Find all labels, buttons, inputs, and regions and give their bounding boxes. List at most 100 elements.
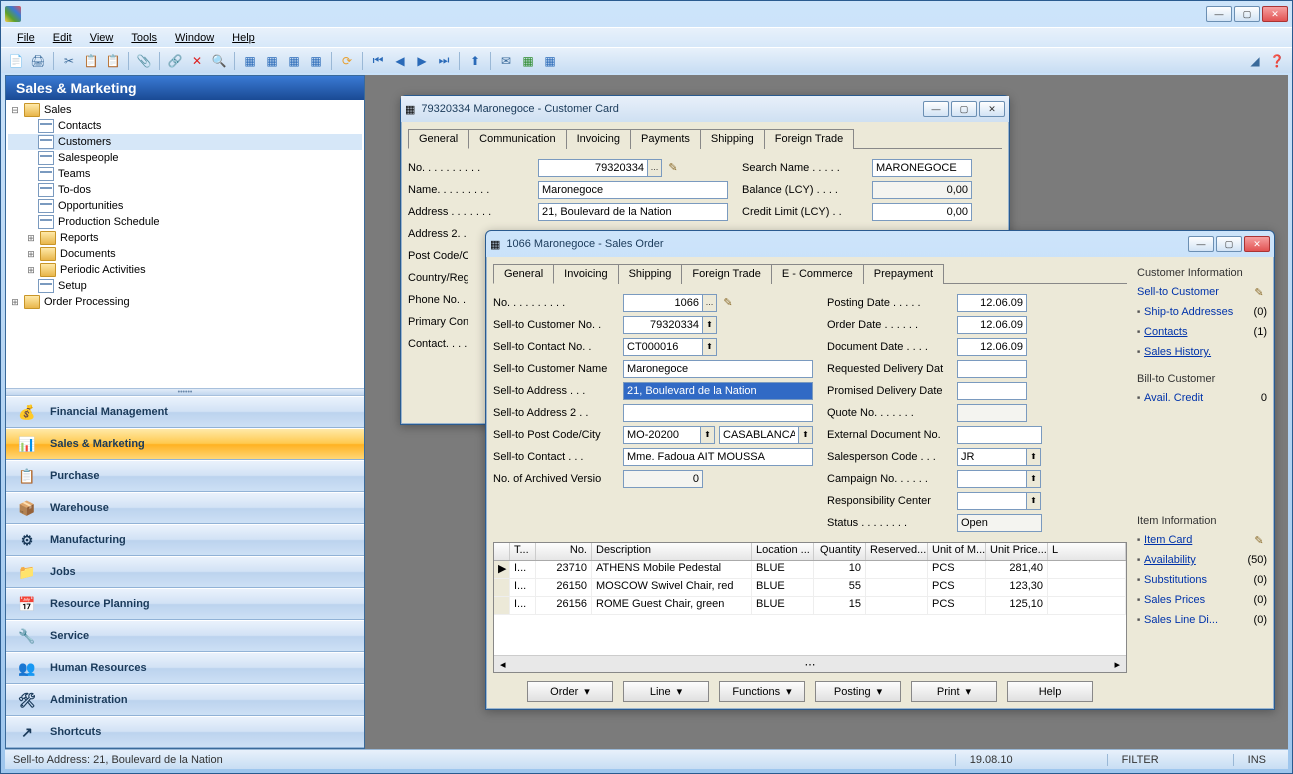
tree-item[interactable]: ⊞Documents [8, 246, 362, 262]
tb-copy-icon[interactable]: 📋 [82, 52, 100, 70]
input-sellcustname[interactable] [623, 360, 813, 378]
nav-btn-resource-planning[interactable]: 📅Resource Planning [6, 588, 364, 620]
input-sellcity[interactable] [719, 426, 799, 444]
maximize-button[interactable]: ▢ [1234, 6, 1260, 22]
lookup-icon[interactable]: … [648, 159, 662, 177]
functions-button[interactable]: Functions▾ [719, 681, 805, 702]
input-sellcontno[interactable] [623, 338, 703, 356]
tree-item[interactable]: Contacts [8, 118, 362, 134]
grid-hscroll[interactable]: ◂⋯▸ [494, 655, 1126, 672]
nav-btn-service[interactable]: 🔧Service [6, 620, 364, 652]
input-balance[interactable] [872, 181, 972, 199]
input-posting[interactable] [957, 294, 1027, 312]
input-selladdr2[interactable] [623, 404, 813, 422]
lookup-icon[interactable]: ⬆ [799, 426, 813, 444]
sellto-link[interactable]: Sell-to Customer [1137, 286, 1219, 298]
table-row[interactable]: I...26156ROME Guest Chair, greenBLUE15PC… [494, 597, 1126, 615]
lookup-icon[interactable]: ⬆ [1027, 470, 1041, 488]
order-button[interactable]: Order▾ [527, 681, 613, 702]
input-name[interactable] [538, 181, 728, 199]
col-no[interactable]: No. [536, 543, 592, 560]
nav-btn-hr[interactable]: 👥Human Resources [6, 652, 364, 684]
tab-invoicing[interactable]: Invoicing [566, 129, 631, 149]
input-credit[interactable] [872, 203, 972, 221]
table-row[interactable]: I...26150MOSCOW Swivel Chair, redBLUE55P… [494, 579, 1126, 597]
col-desc[interactable]: Description [592, 543, 752, 560]
edit-icon[interactable]: ✎ [720, 296, 736, 309]
input-sellpost[interactable] [623, 426, 701, 444]
slinedi-link[interactable]: Sales Line Di... [1144, 614, 1218, 626]
child-close-button[interactable]: ✕ [1244, 236, 1270, 252]
input-selladdr[interactable] [623, 382, 813, 400]
input-address[interactable] [538, 203, 728, 221]
tb-print-icon[interactable]: 🖨 [29, 52, 47, 70]
child-minimize-button[interactable]: — [923, 101, 949, 117]
tree-item[interactable]: Salespeople [8, 150, 362, 166]
input-orderdate[interactable] [957, 316, 1027, 334]
tab-general[interactable]: General [408, 129, 469, 149]
tree-item[interactable]: To-dos [8, 182, 362, 198]
contacts-link[interactable]: Contacts [1144, 326, 1187, 338]
customer-card-titlebar[interactable]: ▦ 79320334 Maronegoce - Customer Card — … [401, 96, 1009, 122]
close-button[interactable]: ✕ [1262, 6, 1288, 22]
tree-item[interactable]: Setup [8, 278, 362, 294]
tab-communication[interactable]: Communication [468, 129, 566, 149]
lookup-icon[interactable]: ⬆ [1027, 492, 1041, 510]
help-button[interactable]: Help [1007, 681, 1093, 702]
nav-btn-shortcuts[interactable]: ↗Shortcuts [6, 716, 364, 748]
tb-prev-icon[interactable]: ◀ [391, 52, 409, 70]
tb-attach-icon[interactable]: 📎 [135, 52, 153, 70]
nav-btn-admin[interactable]: 🛠Administration [6, 684, 364, 716]
lookup-icon[interactable]: ⬆ [703, 316, 717, 334]
tab-foreign-trade[interactable]: Foreign Trade [764, 129, 854, 149]
child-maximize-button[interactable]: ▢ [1216, 236, 1242, 252]
col-uom[interactable]: Unit of M... [928, 543, 986, 560]
order-lines-grid[interactable]: T... No. Description Location ... Quanti… [493, 542, 1127, 673]
tree-item[interactable]: Production Schedule [8, 214, 362, 230]
tree-root-sales[interactable]: ⊟Sales [8, 102, 362, 118]
nav-btn-jobs[interactable]: 📁Jobs [6, 556, 364, 588]
col-price[interactable]: Unit Price... [986, 543, 1048, 560]
tb-grid3-icon[interactable]: ▦ [307, 52, 325, 70]
sales-order-titlebar[interactable]: ▦ 1066 Maronegoce - Sales Order — ▢ ✕ [486, 231, 1274, 257]
tree-item[interactable]: ⊞Reports [8, 230, 362, 246]
tb-cut-icon[interactable]: ✂ [60, 52, 78, 70]
edit-icon[interactable]: ✎ [1251, 286, 1267, 299]
input-sellcustno[interactable] [623, 316, 703, 334]
tb-grid2-icon[interactable]: ▦ [285, 52, 303, 70]
tb-up-icon[interactable]: ⬆ [466, 52, 484, 70]
input-no[interactable] [538, 159, 648, 177]
input-docdate[interactable] [957, 338, 1027, 356]
menu-window[interactable]: Window [167, 30, 222, 46]
saleshist-link[interactable]: Sales History. [1144, 346, 1211, 358]
input-salesperson[interactable] [957, 448, 1027, 466]
tab-shipping[interactable]: Shipping [700, 129, 765, 149]
col-type[interactable]: T... [510, 543, 536, 560]
input-resp[interactable] [957, 492, 1027, 510]
tree-root-order[interactable]: ⊞Order Processing [8, 294, 362, 310]
tb-last-icon[interactable]: ⏭ [435, 52, 453, 70]
nav-btn-purchase[interactable]: 📋Purchase [6, 460, 364, 492]
input-search[interactable] [872, 159, 972, 177]
edit-icon[interactable]: ✎ [665, 161, 681, 174]
input-status[interactable] [957, 514, 1042, 532]
tb-grid1-icon[interactable]: ▦ [263, 52, 281, 70]
col-reserved[interactable]: Reserved... [866, 543, 928, 560]
tb-next-icon[interactable]: ▶ [413, 52, 431, 70]
child-maximize-button[interactable]: ▢ [951, 101, 977, 117]
tb-excel-icon[interactable]: ▦ [519, 52, 537, 70]
menu-edit[interactable]: Edit [45, 30, 80, 46]
avail-link[interactable]: Avail. Credit [1144, 392, 1203, 404]
input-sellcontact[interactable] [623, 448, 813, 466]
tb-refresh-icon[interactable]: ⟳ [338, 52, 356, 70]
tb-link-icon[interactable]: 🔗 [166, 52, 184, 70]
tb-help-icon[interactable]: ❓ [1268, 52, 1286, 70]
tree-item[interactable]: Opportunities [8, 198, 362, 214]
menu-help[interactable]: Help [224, 30, 263, 46]
nav-tree[interactable]: ⊟Sales Contacts Customers Salespeople Te… [6, 100, 364, 388]
subst-link[interactable]: Substitutions [1144, 574, 1207, 586]
posting-button[interactable]: Posting▾ [815, 681, 901, 702]
tab-payments[interactable]: Payments [630, 129, 701, 149]
input-campaign[interactable] [957, 470, 1027, 488]
availability-link[interactable]: Availability [1144, 554, 1196, 566]
